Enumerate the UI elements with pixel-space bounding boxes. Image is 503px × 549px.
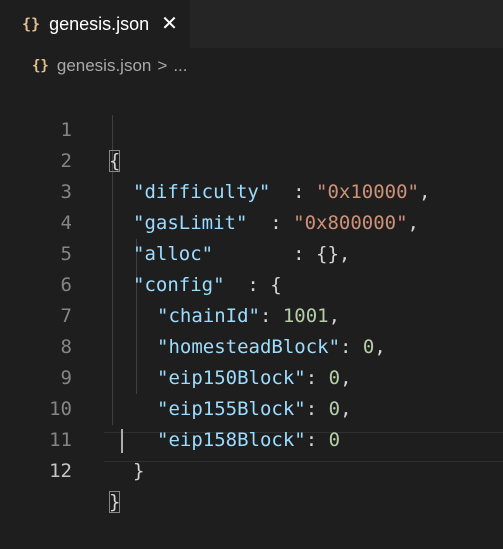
code-line-9: 9 "eip155Block": 0,: [0, 332, 503, 420]
tab-label: genesis.json: [49, 13, 150, 34]
line-content: }: [109, 487, 121, 518]
code-line-3: 3 "gasLimit" : "0x800000",: [0, 146, 503, 234]
code-line-4: 4 "alloc" : {},: [0, 177, 503, 265]
tab-genesis-json[interactable]: {} genesis.json ✕: [0, 0, 190, 48]
breadcrumb-more[interactable]: ...: [173, 56, 187, 76]
breadcrumb-file[interactable]: genesis.json: [57, 56, 152, 76]
json-brace: }: [133, 460, 145, 482]
code-line-1: 1 {: [0, 84, 503, 172]
tab-bar: {} genesis.json ✕: [0, 0, 503, 48]
code-line-11: 11 }: [0, 394, 503, 482]
json-file-icon: {}: [22, 15, 41, 33]
code-line-10: 10 "eip158Block": 0: [0, 363, 503, 451]
close-icon[interactable]: ✕: [161, 14, 178, 34]
code-line-8: 8 "eip150Block": 0,: [0, 301, 503, 389]
code-line-6: 6 "chainId": 1001,: [0, 239, 503, 327]
code-line-5: 5 "config" : {: [0, 208, 503, 296]
chevron-right-icon: >: [157, 56, 168, 75]
text-cursor: [121, 429, 123, 453]
json-file-icon: {}: [32, 58, 49, 74]
code-line-12: 12 }: [0, 425, 503, 513]
code-editor[interactable]: 1 { 2 "difficulty" : "0x10000", 3 "gasLi…: [0, 84, 503, 513]
close-brace: }: [109, 491, 121, 513]
code-line-7: 7 "homesteadBlock": 0,: [0, 270, 503, 358]
line-content: }: [133, 456, 144, 487]
line-number: 12: [49, 460, 72, 482]
code-line-2: 2 "difficulty" : "0x10000",: [0, 115, 503, 203]
breadcrumb: {} genesis.json > ...: [0, 48, 503, 84]
